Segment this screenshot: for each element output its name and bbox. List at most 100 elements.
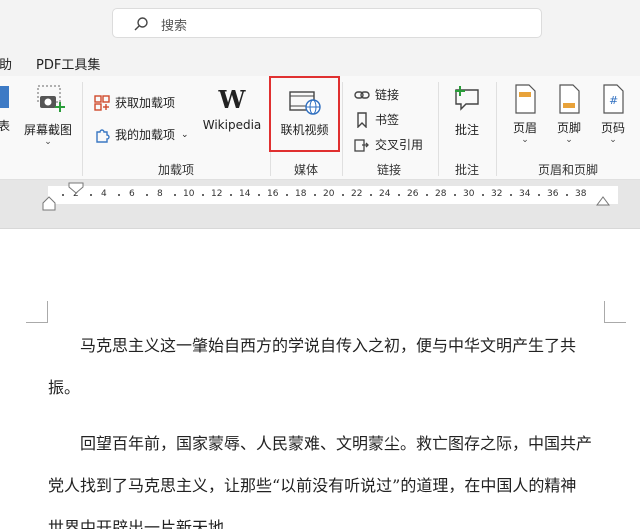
ruler-tick-mark xyxy=(314,194,316,196)
ruler-area: 2 4 6 8 10 12 14 16 18 20 22 24 26 28 30 32 34 36 38 xyxy=(0,181,640,211)
paragraph-2-line-1: 回望百年前，国家蒙辱、人民蒙难、文明蒙尘。救亡图存之际，中国共产 xyxy=(80,434,593,453)
ruler-tick-mark xyxy=(510,194,512,196)
my-addins-button[interactable]: 我的加载项 ⌄ xyxy=(94,126,189,143)
menu-help[interactable]: 帮助 xyxy=(0,54,12,73)
chevron-down-icon: ⌄ xyxy=(565,135,573,145)
chevron-down-icon: ⌄ xyxy=(609,135,617,145)
partial-table-button[interactable]: 表 xyxy=(0,84,12,134)
group-label-links: 链接 xyxy=(377,163,402,177)
paragraph-1-line-1: 马克思主义这一肇始自西方的学说自传入之初，便与中华文明产生了共 xyxy=(80,336,577,355)
svg-text:#: # xyxy=(609,94,618,107)
cross-reference-icon xyxy=(354,138,369,152)
ruler-tick-mark xyxy=(62,194,64,196)
video-globe-icon xyxy=(288,91,321,115)
ruler-tick-mark xyxy=(174,194,176,196)
cross-reference-button[interactable]: 交叉引用 xyxy=(354,136,423,153)
ruler-tick-label: 24 xyxy=(379,189,391,199)
menu-pdf-tools[interactable]: PDF工具集 xyxy=(36,54,100,73)
ruler-tick-label: 36 xyxy=(547,189,559,199)
separator xyxy=(342,82,343,176)
right-indent-marker-icon[interactable] xyxy=(596,195,610,207)
page-number-button[interactable]: # 页码 ⌄ xyxy=(594,84,632,145)
ruler-tick-label: 6 xyxy=(129,189,135,199)
ruler-tick-mark xyxy=(482,194,484,196)
ruler-tick-label: 34 xyxy=(519,189,531,199)
search-placeholder: 搜索 xyxy=(161,19,188,34)
screenshot-button[interactable]: 屏幕截图 ⌄ xyxy=(20,84,76,147)
paragraph-2-line-3: 世界中开辟出一片新天地 xyxy=(48,518,225,529)
paragraph-2-line-2: 党人找到了马克思主义，让那些“以前没有听说过”的道理，在中国人的精神 xyxy=(48,476,577,495)
paragraph-1-line-2: 振。 xyxy=(48,378,81,397)
store-icon xyxy=(94,94,110,111)
group-label-comments: 批注 xyxy=(455,163,480,177)
separator xyxy=(496,82,497,176)
margin-corner-right xyxy=(604,301,626,323)
ruler-tick-label: 38 xyxy=(575,189,587,199)
chevron-down-icon: ⌄ xyxy=(521,135,529,145)
ruler-tick-label: 10 xyxy=(183,189,195,199)
left-indent-marker-icon[interactable] xyxy=(42,195,56,211)
ruler-tick-label: 16 xyxy=(267,189,279,199)
ruler-tick-mark xyxy=(370,194,372,196)
group-label-addins: 加载项 xyxy=(158,163,195,177)
ruler-tick-mark xyxy=(230,194,232,196)
online-video-button[interactable]: 联机视频 xyxy=(269,76,340,152)
comment-icon xyxy=(455,86,479,111)
ruler-tick-label: 26 xyxy=(407,189,419,199)
ruler-tick-label: 14 xyxy=(239,189,251,199)
header-button[interactable]: 页眉 ⌄ xyxy=(506,84,544,145)
ruler-tick-mark xyxy=(258,194,260,196)
separator xyxy=(438,82,439,176)
camera-icon xyxy=(37,85,65,112)
group-label-media: 媒体 xyxy=(294,163,319,177)
ruler-tick-mark xyxy=(454,194,456,196)
link-icon xyxy=(354,90,370,99)
chevron-down-icon: ⌄ xyxy=(44,137,52,147)
get-addins-button[interactable]: 获取加载项 xyxy=(94,94,175,111)
ruler-tick-label: 30 xyxy=(463,189,475,199)
chevron-down-icon: ⌄ xyxy=(181,129,189,140)
ruler-tick-label: 4 xyxy=(101,189,107,199)
footer-icon xyxy=(559,84,580,114)
ruler-tick-mark xyxy=(566,194,568,196)
ruler-tick-mark xyxy=(202,194,204,196)
puzzle-icon xyxy=(96,128,110,143)
bookmark-button[interactable]: 书签 xyxy=(354,111,399,128)
ruler-tick-mark xyxy=(426,194,428,196)
header-icon xyxy=(515,84,536,114)
search-box[interactable]: 搜索 xyxy=(112,8,542,38)
ruler-tick-mark xyxy=(90,194,92,196)
ruler-tick-mark xyxy=(286,194,288,196)
title-bar: 搜索 xyxy=(0,0,640,46)
search-icon xyxy=(134,17,148,31)
bookmark-icon xyxy=(357,111,367,128)
document-page[interactable]: 马克思主义这一肇始自西方的学说自传入之初，便与中华文明产生了共 振。 回望百年前… xyxy=(0,229,640,529)
group-label-header-footer: 页眉和页脚 xyxy=(538,163,599,177)
ruler-tick-label: 8 xyxy=(157,189,163,199)
wikipedia-icon: W xyxy=(218,85,246,114)
margin-corner-left xyxy=(26,301,48,323)
ruler-tick-label: 22 xyxy=(351,189,363,199)
comment-button[interactable]: 批注 xyxy=(446,84,488,138)
ruler-tick-mark xyxy=(146,194,148,196)
footer-button[interactable]: 页脚 ⌄ xyxy=(550,84,588,145)
table-icon xyxy=(0,86,9,108)
first-line-indent-marker-icon[interactable] xyxy=(68,182,84,194)
ruler-tick-mark xyxy=(538,194,540,196)
ruler-tick-label: 28 xyxy=(435,189,447,199)
ruler-tick-label: 12 xyxy=(211,189,223,199)
ruler-tick-mark xyxy=(118,194,120,196)
link-button[interactable]: 链接 xyxy=(354,86,399,103)
ribbon: 表 屏幕截图 ⌄ 获取加载项 我的加载项 ⌄ W Wikipedia 加载项 联… xyxy=(0,76,640,180)
page-number-icon: # xyxy=(603,84,624,114)
menu-bar: 帮助 PDF工具集 xyxy=(0,46,640,76)
document-top-gap xyxy=(0,211,640,229)
ruler-tick-mark xyxy=(398,194,400,196)
horizontal-ruler[interactable]: 2 4 6 8 10 12 14 16 18 20 22 24 26 28 30 32 34 36 38 xyxy=(48,186,618,204)
ruler-tick-label: 18 xyxy=(295,189,307,199)
ruler-tick-label: 32 xyxy=(491,189,503,199)
ruler-tick-label: 20 xyxy=(323,189,335,199)
ruler-tick-mark xyxy=(342,194,344,196)
wikipedia-button[interactable]: W Wikipedia xyxy=(198,85,266,133)
separator xyxy=(82,82,83,176)
